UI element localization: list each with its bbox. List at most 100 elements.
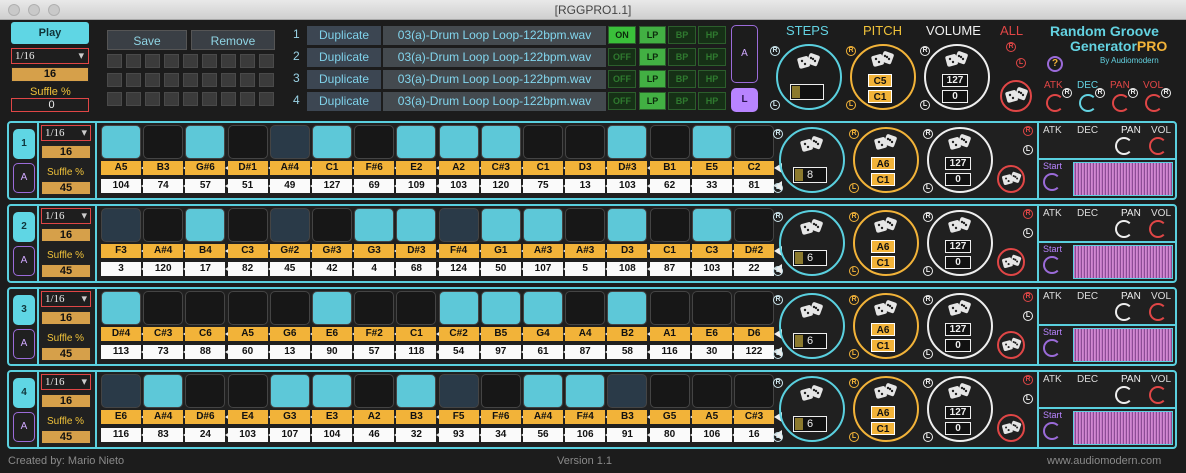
sample-file-button[interactable]: 03(a)-Drum Loop Loop-122bpm.wav [383,48,606,67]
duplicate-button[interactable]: Duplicate [307,26,381,45]
step-velocity[interactable]: 68 [396,262,445,276]
slot-on-off-toggle[interactable]: OFF [608,48,636,66]
step-cell[interactable] [312,125,352,159]
step-note[interactable]: G5 [649,410,698,424]
pitch-reset-button[interactable]: R [849,378,859,388]
step-cell[interactable] [354,208,395,242]
step-cell[interactable] [354,374,395,408]
volume-high-value[interactable]: 127 [945,323,971,336]
track-vol-knob[interactable] [1149,137,1167,155]
steps-lock-button[interactable]: L [770,100,780,110]
track-pan-knob[interactable] [1115,137,1133,155]
step-cell[interactable] [649,374,690,408]
step-note[interactable]: A5 [691,410,740,424]
step-velocity[interactable]: 62 [649,179,698,193]
hp-filter-toggle[interactable]: HP [698,70,726,88]
play-button[interactable]: Play [11,22,89,44]
step-velocity[interactable]: 4 [354,262,403,276]
track-all-reset-button[interactable]: R [1023,126,1033,136]
track-suffle-input[interactable]: 45 [41,347,91,361]
preset-slot[interactable] [183,92,198,106]
preset-slot[interactable] [126,73,141,87]
waveform-display[interactable] [1073,245,1173,279]
step-cell[interactable] [691,125,732,159]
step-velocity[interactable]: 87 [565,345,614,359]
step-cell[interactable] [523,291,563,325]
step-note[interactable]: E6 [101,410,149,424]
step-note[interactable]: F3 [101,244,149,258]
dice-icon[interactable] [947,133,973,158]
step-cell[interactable] [523,374,563,408]
step-velocity[interactable]: 30 [691,345,740,359]
step-velocity[interactable]: 104 [312,428,360,442]
step-note[interactable]: C3 [691,244,740,258]
step-cell[interactable] [607,291,648,325]
step-note[interactable]: D#6 [185,410,234,424]
step-velocity[interactable]: 87 [649,262,698,276]
master-vol-reset-button[interactable]: R [1161,88,1171,98]
step-note[interactable]: E2 [396,161,445,175]
step-cell[interactable] [523,125,563,159]
master-steps-count[interactable]: 16 [11,67,89,82]
sample-file-button[interactable]: 03(a)-Drum Loop Loop-122bpm.wav [383,70,606,89]
step-cell[interactable] [607,208,648,242]
step-cell[interactable] [565,208,606,242]
track-suffle-input[interactable]: 45 [41,264,91,278]
track-vol-knob[interactable] [1149,220,1167,238]
dice-icon[interactable] [873,299,899,324]
track-rate-select[interactable]: 1/16 ▾ [41,374,91,390]
step-velocity[interactable]: 106 [565,428,614,442]
step-cell[interactable] [269,291,310,325]
volume-high-value[interactable]: 127 [945,240,971,253]
step-cell[interactable] [649,125,690,159]
step-velocity[interactable]: 13 [565,179,614,193]
mode-a-button[interactable]: A [731,25,758,83]
step-velocity[interactable]: 46 [354,428,403,442]
track-steps-count[interactable]: 16 [41,228,91,242]
track-start-knob[interactable] [1043,173,1061,191]
volume-lock-button[interactable]: L [923,183,933,193]
step-note[interactable]: B3 [143,161,192,175]
step-cell[interactable] [101,125,141,159]
all-lock-button[interactable]: L [1016,58,1026,68]
lp-filter-toggle[interactable]: LP [639,26,666,44]
master-dec-knob[interactable] [1079,94,1097,112]
pitch-high-value[interactable]: A6 [871,240,895,253]
step-note[interactable]: E5 [691,161,740,175]
step-cell[interactable] [438,125,479,159]
step-velocity[interactable]: 69 [354,179,403,193]
step-velocity[interactable]: 32 [396,428,445,442]
step-velocity[interactable]: 16 [734,428,782,442]
volume-high-value[interactable]: 127 [945,157,971,170]
volume-reset-button[interactable]: R [923,378,933,388]
step-cell[interactable] [734,125,774,159]
step-note[interactable]: E4 [227,410,276,424]
pitch-lock-button[interactable]: L [846,100,856,110]
step-note[interactable]: F#4 [438,244,487,258]
dice-icon[interactable] [796,52,822,77]
pitch-reset-button[interactable]: R [849,295,859,305]
track-all-lock-button[interactable]: L [1023,145,1033,155]
step-velocity[interactable]: 81 [734,179,782,193]
pitch-high-value[interactable]: A6 [871,157,895,170]
step-cell[interactable] [480,291,521,325]
steps-value[interactable] [790,84,824,100]
step-note[interactable]: A4 [565,327,614,341]
volume-low-value[interactable]: 0 [945,422,971,435]
master-atk-reset-button[interactable]: R [1062,88,1072,98]
dice-icon[interactable] [873,382,899,407]
volume-high-value[interactable]: 127 [942,74,968,87]
track-all-reset-button[interactable]: R [1023,209,1033,219]
step-note[interactable]: A2 [438,161,487,175]
steps-lock-button[interactable]: L [773,349,783,359]
step-velocity[interactable]: 42 [312,262,360,276]
step-cell[interactable] [565,125,606,159]
step-cell[interactable] [269,374,310,408]
duplicate-button[interactable]: Duplicate [307,70,381,89]
step-note[interactable]: A#4 [143,410,192,424]
step-cell[interactable] [185,374,226,408]
dice-icon[interactable] [799,301,825,326]
step-note[interactable]: C6 [185,327,234,341]
preset-slot[interactable] [107,73,122,87]
preset-slot[interactable] [221,73,236,87]
